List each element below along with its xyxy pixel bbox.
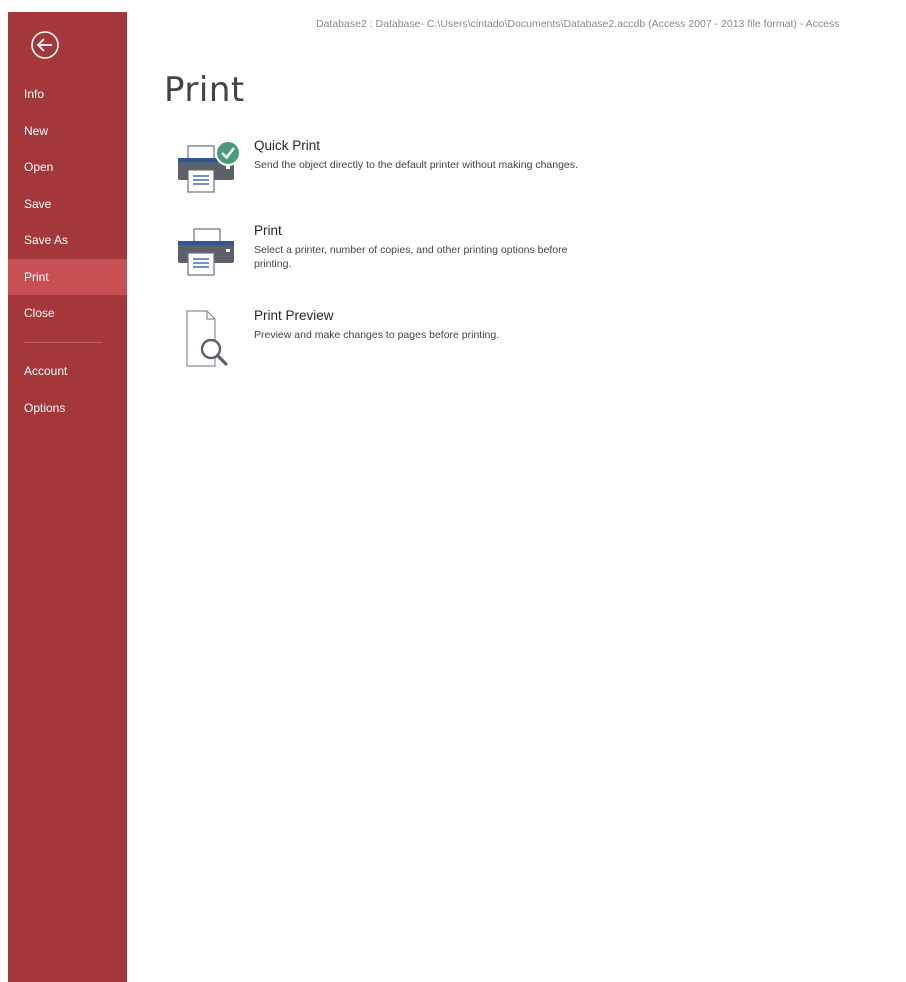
nav-item-save[interactable]: Save (8, 186, 127, 222)
nav-item-save-as[interactable]: Save As (8, 222, 127, 258)
quick-print-title: Quick Print (254, 138, 321, 153)
backstage-sidebar: Info New Open Save Save As Print Close A… (8, 12, 127, 982)
print-preview-title: Print Preview (254, 308, 334, 323)
print-preview-description: Preview and make changes to pages before… (254, 329, 500, 341)
nav-item-close[interactable]: Close (8, 295, 127, 331)
nav-item-options[interactable]: Options (8, 390, 127, 426)
nav-item-open[interactable]: Open (8, 149, 127, 185)
back-arrow-circle-icon (31, 31, 59, 59)
print-preview-option[interactable]: Print Preview Preview and make changes t… (166, 308, 596, 378)
backstage-window: Database2 : Database- C:\Users\cintado\D… (0, 0, 906, 982)
quick-print-description: Send the object directly to the default … (254, 159, 578, 171)
page-magnifier-icon (174, 308, 244, 368)
print-description: Select a printer, number of copies, and … (254, 244, 568, 270)
print-title: Print (254, 223, 282, 238)
nav-item-print[interactable]: Print (8, 259, 127, 295)
printer-check-icon (174, 138, 244, 198)
quick-print-option[interactable]: Quick Print Send the object directly to … (166, 138, 596, 208)
printer-icon (174, 223, 244, 283)
nav-item-info[interactable]: Info (8, 76, 127, 112)
nav-item-new[interactable]: New (8, 113, 127, 149)
back-button[interactable] (30, 30, 60, 60)
print-option[interactable]: Print Select a printer, number of copies… (166, 223, 596, 293)
window-title: Database2 : Database- C:\Users\cintado\D… (316, 18, 840, 30)
nav-divider (24, 342, 102, 343)
nav-item-account[interactable]: Account (8, 353, 127, 389)
page-heading: Print (164, 70, 245, 110)
